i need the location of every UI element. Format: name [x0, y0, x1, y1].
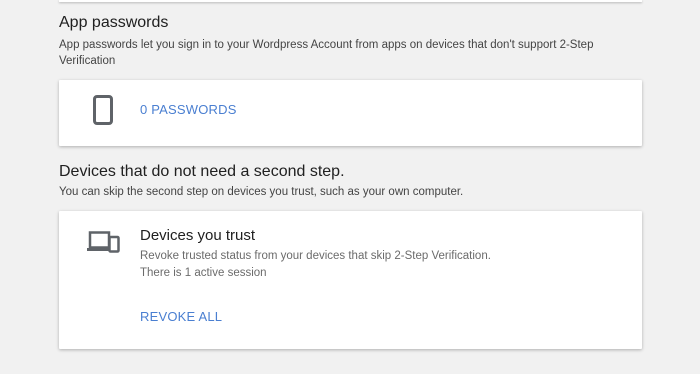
- trusted-devices-card: Devices you trust Revoke trusted status …: [59, 211, 642, 349]
- second-step-title: Devices that do not need a second step.: [59, 163, 345, 180]
- active-session-count: There is 1 active session: [140, 267, 267, 279]
- app-passwords-description: App passwords let you sign in to your Wo…: [59, 39, 594, 67]
- trusted-devices-description: Revoke trusted status from your devices …: [140, 248, 491, 282]
- smartphone-icon: [93, 95, 113, 130]
- second-step-description: You can skip the second step on devices …: [59, 186, 464, 198]
- app-passwords-card: 0 PASSWORDS: [59, 80, 642, 146]
- trusted-devices-title: Devices you trust: [140, 227, 256, 244]
- app-passwords-title: App passwords: [59, 14, 169, 31]
- revoke-all-button[interactable]: REVOKE ALL: [140, 309, 222, 324]
- app-passwords-link[interactable]: 0 PASSWORDS: [140, 102, 237, 117]
- previous-card-edge: [59, 0, 642, 2]
- trusted-devices-description-line1: Revoke trusted status from your devices …: [140, 250, 491, 262]
- devices-icon: [87, 231, 121, 258]
